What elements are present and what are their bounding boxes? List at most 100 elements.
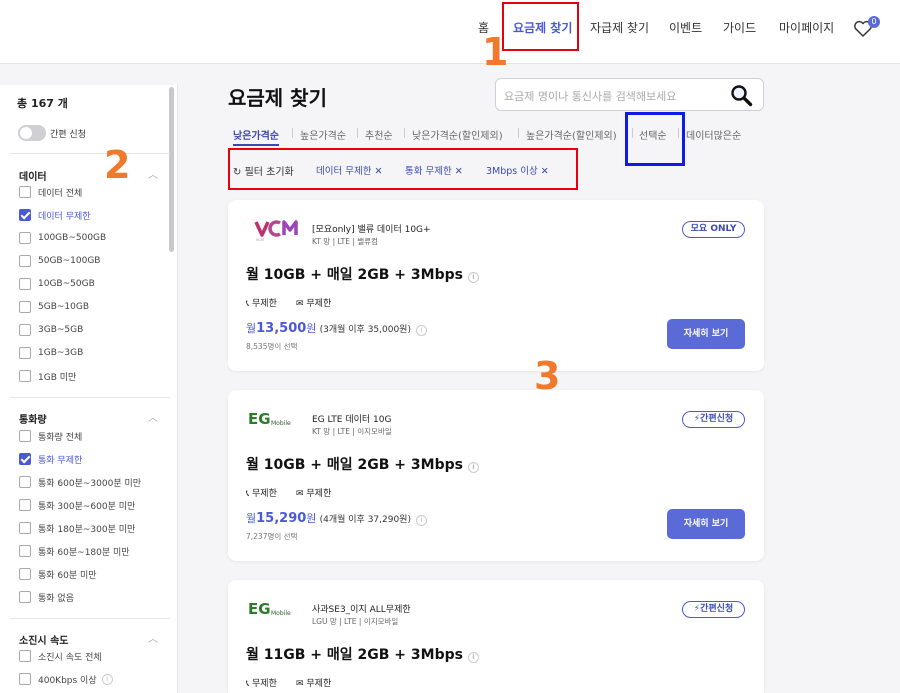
nav-mypage[interactable]: 마이페이지 [779, 19, 834, 36]
filter-option[interactable]: 통화 60분~180분 미만 [19, 544, 130, 558]
call-feature: 📞︎ 무제한 [246, 679, 277, 689]
selection-count: 7,237명이 선택 [246, 532, 298, 541]
filter-option[interactable]: 400Kbps 이상 i [19, 672, 113, 686]
checkbox[interactable] [19, 232, 31, 244]
checkbox[interactable] [19, 591, 31, 603]
close-icon[interactable]: ✕ [538, 166, 549, 177]
checkbox[interactable] [19, 650, 31, 662]
nav-guide[interactable]: 가이드 [723, 19, 756, 36]
filter-option[interactable]: 통화 600분~3000분 미만 [19, 475, 141, 489]
chevron-up-icon[interactable]: ︿ [148, 409, 158, 424]
annotation-box-1 [502, 2, 579, 51]
filter-option[interactable]: 1GB 미만 [19, 369, 76, 383]
svg-text:EG: EG [248, 410, 271, 428]
annotation-number-1: 1 [482, 30, 509, 74]
filter-option[interactable]: 5GB~10GB [19, 300, 89, 314]
filter-option[interactable]: 통화량 전체 [19, 429, 82, 443]
nav-event[interactable]: 이벤트 [669, 19, 702, 36]
filter-sidebar: 총 167 개 간편 신청 데이터 ︿ 데이터 전체 데이터 무제한 100GB… [0, 85, 178, 693]
checkbox[interactable] [19, 324, 31, 336]
checkbox[interactable] [19, 568, 31, 580]
checkbox-checked[interactable] [19, 453, 31, 465]
chevron-up-icon[interactable]: ︿ [148, 630, 158, 645]
sort-low-price[interactable]: 낮은가격순 [233, 127, 279, 146]
plan-card[interactable]: VCM [모요only] 밸류 데이터 10G+ KT 망 | LTE | 밸류… [228, 200, 764, 371]
checkbox[interactable] [19, 430, 31, 442]
filter-option[interactable]: 통화 300분~600분 미만 [19, 498, 135, 512]
filter-chip[interactable]: 통화 무제한 ✕ [405, 163, 463, 177]
sort-low-price-no-discount[interactable]: 낮은가격순(할인제외) [412, 127, 503, 142]
valuecomm-logo: VCM [254, 220, 298, 242]
filter-option[interactable]: 데이터 전체 [19, 185, 82, 199]
info-icon[interactable]: i [467, 272, 479, 283]
wishlist-count-badge: 0 [868, 16, 880, 28]
info-icon[interactable]: i [415, 515, 427, 526]
checkbox[interactable] [19, 301, 31, 313]
detail-button[interactable]: 자세히 보기 [667, 509, 745, 539]
filter-option[interactable]: 3GB~5GB [19, 323, 83, 337]
filter-option[interactable]: 통화 없음 [19, 590, 74, 604]
checkbox[interactable] [19, 476, 31, 488]
checkbox[interactable] [19, 522, 31, 534]
info-icon[interactable]: i [415, 325, 427, 336]
info-icon[interactable]: i [467, 652, 479, 663]
nav-self-phone[interactable]: 자급제 찾기 [590, 19, 649, 36]
plan-name: 사과SE3_이지 ALL무제한 [312, 605, 411, 615]
checkbox[interactable] [19, 673, 31, 685]
filter-option[interactable]: 소진시 속도 전체 [19, 649, 102, 663]
selection-count: 8,535명이 선택 [246, 342, 298, 351]
filter-option[interactable]: 통화 60분 미만 [19, 567, 97, 581]
sort-high-price[interactable]: 높은가격순 [300, 127, 346, 142]
filter-chip[interactable]: 3Mbps 이상 ✕ [486, 163, 549, 177]
annotation-box-blue [625, 112, 685, 166]
envelope-icon: ✉ [296, 299, 307, 309]
search-icon[interactable] [729, 83, 753, 107]
sms-feature: ✉ 무제한 [296, 679, 332, 689]
filter-option[interactable]: 통화 180분~300분 미만 [19, 521, 135, 535]
search-box[interactable]: 요금제 명이나 통신사를 검색해보세요 [495, 78, 764, 111]
close-icon[interactable]: ✕ [452, 166, 463, 177]
sort-high-price-no-discount[interactable]: 높은가격순(할인제외) [526, 127, 617, 142]
filter-chip[interactable]: 데이터 무제한 ✕ [316, 163, 382, 177]
envelope-icon: ✉ [296, 489, 307, 499]
search-input[interactable]: 요금제 명이나 통신사를 검색해보세요 [504, 88, 676, 104]
checkbox[interactable] [19, 370, 31, 382]
section-title-data: 데이터 [19, 172, 47, 183]
filter-option[interactable]: 1GB~3GB [19, 346, 83, 360]
checkbox[interactable] [19, 278, 31, 290]
filter-option[interactable]: 10GB~50GB [19, 277, 95, 291]
svg-text:Mobile: Mobile [271, 610, 291, 617]
plan-headline: 월 10GB + 매일 2GB + 3Mbps i [246, 264, 479, 284]
filter-reset-button[interactable]: ↻ 필터 초기화 [233, 163, 294, 178]
filter-option[interactable]: 데이터 무제한 [19, 208, 91, 222]
close-icon[interactable]: ✕ [371, 166, 382, 177]
detail-button[interactable]: 자세히 보기 [667, 319, 745, 349]
plan-card[interactable]: EG Mobile 사과SE3_이지 ALL무제한 LGU 망 | LTE | … [228, 580, 764, 693]
call-feature: 📞︎ 무제한 [246, 299, 277, 309]
checkbox[interactable] [19, 499, 31, 511]
plan-name: [모요only] 밸류 데이터 10G+ [312, 225, 431, 235]
sidebar-scrollbar[interactable] [169, 87, 174, 252]
checkbox[interactable] [19, 255, 31, 267]
sort-most-data[interactable]: 데이터많은순 [686, 127, 741, 142]
plan-card[interactable]: EG Mobile EG LTE 데이터 10G KT 망 | LTE | 이지… [228, 390, 764, 561]
checkbox[interactable] [19, 545, 31, 557]
divider [10, 153, 170, 154]
checkbox[interactable] [19, 186, 31, 198]
divider [518, 128, 519, 138]
sort-recommended[interactable]: 추천순 [365, 127, 393, 142]
checkbox-checked[interactable] [19, 209, 31, 221]
plan-price: 월13,500원 (3개월 이후 35,000원) i [246, 320, 427, 336]
eg-mobile-logo: EG Mobile [248, 600, 291, 618]
filter-option[interactable]: 100GB~500GB [19, 231, 106, 245]
chevron-up-icon[interactable]: ︿ [148, 166, 158, 181]
plan-network: KT 망 | LTE | 이지모바일 [312, 427, 392, 436]
top-nav-bar: 홈 요금제 찾기 자급제 찾기 이벤트 가이드 마이페이지 0 [0, 0, 900, 64]
svg-text:Mobile: Mobile [271, 420, 291, 427]
easy-apply-toggle[interactable] [18, 125, 46, 141]
info-icon[interactable]: i [101, 673, 113, 685]
filter-option[interactable]: 50GB~100GB [19, 254, 100, 268]
filter-option[interactable]: 통화 무제한 [19, 452, 82, 466]
info-icon[interactable]: i [467, 462, 479, 473]
checkbox[interactable] [19, 347, 31, 359]
